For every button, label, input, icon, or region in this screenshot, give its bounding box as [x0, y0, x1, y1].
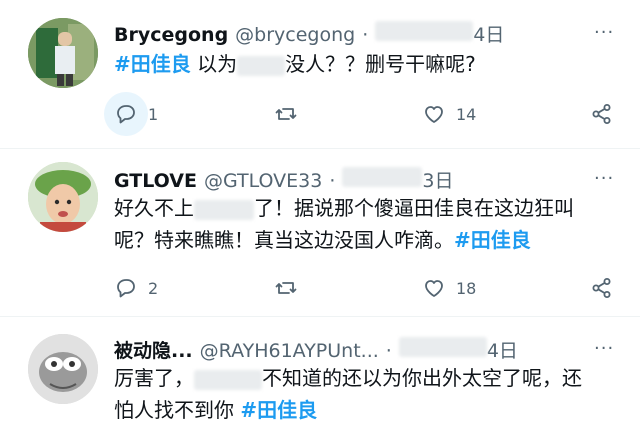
- reply-button[interactable]: 2: [114, 276, 158, 300]
- retweet-button[interactable]: [274, 102, 298, 126]
- redacted-date: [342, 167, 423, 187]
- display-name[interactable]: GTLOVE: [114, 170, 197, 192]
- share-icon: [592, 104, 611, 124]
- avatar[interactable]: [28, 18, 98, 88]
- username[interactable]: @brycegong: [235, 24, 355, 46]
- tweet-date[interactable]: 4日: [487, 336, 518, 363]
- redacted-text: [237, 55, 286, 76]
- retweet-icon: [275, 282, 297, 294]
- redacted-text: [194, 369, 262, 390]
- reply-button[interactable]: 1: [104, 92, 159, 136]
- redacted-text: [194, 199, 254, 220]
- redacted-date: [398, 337, 487, 357]
- reply-icon: [117, 279, 135, 298]
- share-button[interactable]: [590, 102, 614, 126]
- tweet-text: 好久不上 了！据说那个傻逼田佳良在这边狂叫 呢？特来瞧瞧！真当这边没国人咋滴。#田…: [114, 196, 574, 252]
- more-options-icon[interactable]: ···: [594, 22, 614, 43]
- retweet-icon: [275, 108, 297, 120]
- tweet-3[interactable]: 被动隐... @RAYH61AYPUnt... · 4日 ··· 厉害了， 不知道…: [0, 316, 640, 439]
- tweet-2[interactable]: GTLOVE @GTLOVE33 · 3日 ··· 好久不上 了！据说那个傻逼田佳…: [0, 148, 640, 317]
- more-options-icon[interactable]: ···: [594, 168, 614, 189]
- tweet-text: 厉害了， 不知道的还以为你出外太空了呢，还 怕人找不到你 #田佳良: [114, 366, 582, 422]
- heart-icon: [425, 106, 443, 123]
- display-name[interactable]: Brycegong: [114, 24, 228, 46]
- share-icon: [592, 278, 611, 298]
- tweet-date[interactable]: 3日: [422, 166, 453, 193]
- hashtag[interactable]: #田佳良: [240, 398, 317, 422]
- share-button[interactable]: [590, 276, 614, 300]
- retweet-button[interactable]: [274, 276, 298, 300]
- avatar[interactable]: [28, 162, 98, 232]
- hashtag[interactable]: #田佳良: [454, 228, 531, 252]
- avatar[interactable]: [28, 334, 98, 404]
- tweet-text: #田佳良 以为 没人？？删号干嘛呢?: [114, 52, 476, 76]
- like-count: 18: [456, 278, 477, 298]
- like-button[interactable]: 14: [422, 102, 476, 126]
- separator-dot: ·: [385, 340, 392, 362]
- reply-icon: [117, 105, 135, 124]
- reply-count: 1: [148, 104, 159, 124]
- username[interactable]: @GTLOVE33: [204, 170, 322, 192]
- tweet-date[interactable]: 4日: [473, 20, 504, 47]
- tweet-header: 被动隐... @RAYH61AYPUnt... · 4日: [114, 336, 518, 363]
- display-name[interactable]: 被动隐...: [114, 336, 193, 363]
- tweet-header: Brycegong @brycegong · 4日: [114, 20, 504, 47]
- more-options-icon[interactable]: ···: [594, 338, 614, 359]
- tweet-header: GTLOVE @GTLOVE33 · 3日: [114, 166, 454, 193]
- redacted-date: [375, 21, 474, 41]
- like-button[interactable]: 18: [422, 276, 476, 300]
- like-count: 14: [456, 104, 477, 124]
- separator-dot: ·: [362, 24, 369, 46]
- username[interactable]: @RAYH61AYPUnt...: [200, 340, 379, 362]
- separator-dot: ·: [329, 170, 336, 192]
- hashtag[interactable]: #田佳良: [114, 52, 191, 76]
- reply-count: 2: [148, 278, 159, 298]
- tweet-1[interactable]: Brycegong @brycegong · 4日 ··· #田佳良 以为 没人？…: [0, 0, 640, 149]
- heart-icon: [425, 280, 443, 297]
